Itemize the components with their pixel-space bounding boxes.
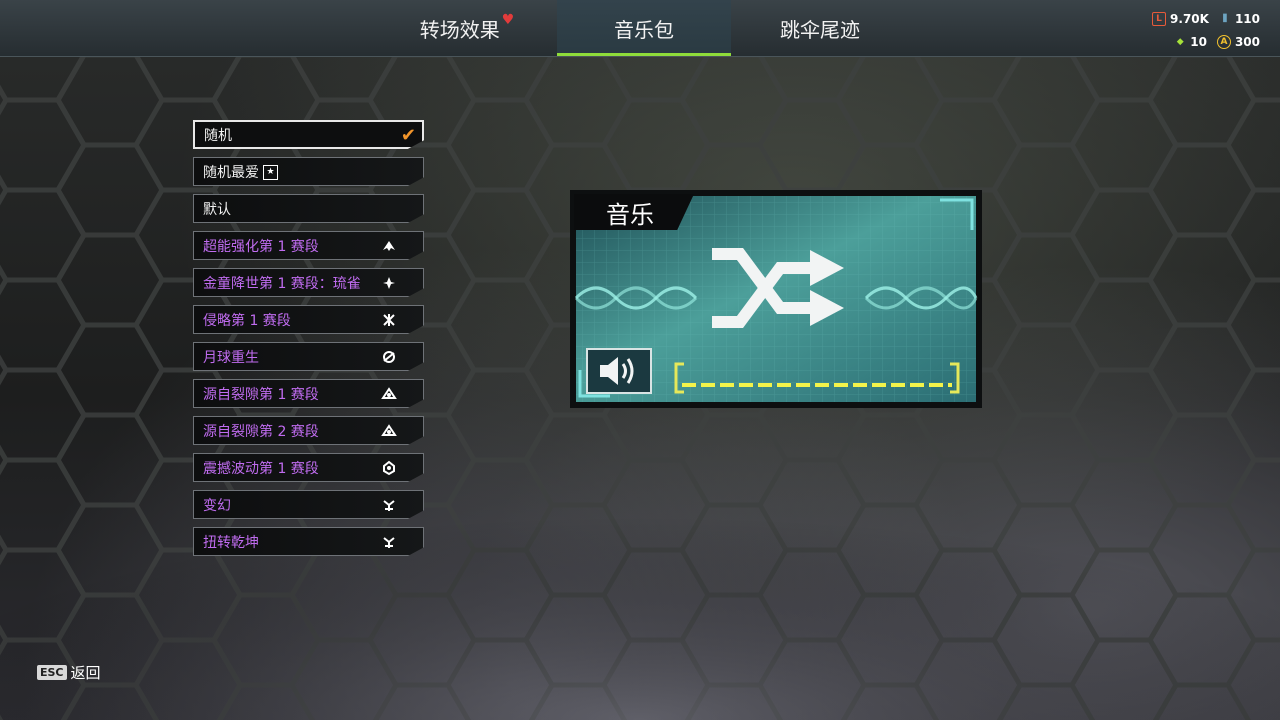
shuffle-icon <box>712 248 844 328</box>
list-item[interactable]: 源自裂隙第 1 赛段 <box>193 379 424 408</box>
event-badge-icon <box>383 351 395 363</box>
list-item-label: 随机 <box>204 127 232 144</box>
tab-transitions[interactable]: 转场效果 ♥ <box>380 0 554 56</box>
list-item-random[interactable]: 随机 ✔ <box>193 120 424 149</box>
event-badge-icon <box>383 537 395 548</box>
event-badge-icon <box>383 460 395 476</box>
checkmark-icon: ✔ <box>400 125 416 146</box>
gold-token-icon: A <box>1216 35 1231 49</box>
list-item-default[interactable]: 默认 <box>193 194 424 223</box>
event-badge-icon <box>383 314 395 326</box>
event-badge-icon <box>381 387 397 399</box>
list-item-label: 侵略第 1 赛段 <box>203 312 291 329</box>
list-item-label: 源自裂隙第 1 赛段 <box>203 386 319 403</box>
event-badge-icon <box>383 500 395 511</box>
crafting-metal-icon: ◆ <box>1176 37 1184 47</box>
favorite-star-icon: ★ <box>263 165 278 180</box>
apex-coins-value: 110 <box>1234 12 1260 26</box>
list-item[interactable]: 侵略第 1 赛段 <box>193 305 424 334</box>
crafting-metals-value: 10 <box>1190 35 1207 49</box>
gold-tokens-value: 300 <box>1234 35 1260 49</box>
list-item[interactable]: 超能强化第 1 赛段 <box>193 231 424 260</box>
event-badge-icon <box>383 241 395 251</box>
tab-skydive-trails[interactable]: 跳伞尾迹 <box>733 0 907 56</box>
event-badge-icon <box>383 277 395 289</box>
tab-label: 音乐包 <box>614 17 674 42</box>
apex-coin-icon: ⫼ <box>1222 14 1227 24</box>
list-item[interactable]: 变幻 <box>193 490 424 519</box>
tab-label: 跳伞尾迹 <box>780 17 860 42</box>
list-item[interactable]: 扭转乾坤 <box>193 527 424 556</box>
list-item-label: 源自裂隙第 2 赛段 <box>203 423 319 440</box>
list-item-label: 金童降世第 1 赛段：琉雀 <box>203 275 361 292</box>
list-item[interactable]: 月球重生 <box>193 342 424 371</box>
list-item[interactable]: 震撼波动第 1 赛段 <box>193 453 424 482</box>
event-badge-icon <box>381 424 397 436</box>
list-item-label: 变幻 <box>203 497 231 514</box>
legend-tokens-value: 9.70K <box>1170 12 1209 26</box>
back-label: 返回 <box>70 664 101 682</box>
list-item-label: 默认 <box>203 201 231 218</box>
legend-token-icon: L <box>1152 12 1167 26</box>
currency-row-bottom: ◆ 10 A 300 <box>1174 35 1260 49</box>
new-heart-icon: ♥ <box>501 12 515 28</box>
tab-music-packs[interactable]: 音乐包 <box>557 0 731 56</box>
music-pack-preview-card: 音乐 <box>570 190 982 408</box>
list-item-label: 震撼波动第 1 赛段 <box>203 460 319 477</box>
list-item[interactable]: 金童降世第 1 赛段：琉雀 <box>193 268 424 297</box>
list-item-label: 扭转乾坤 <box>203 534 259 551</box>
top-navigation-bar: 转场效果 ♥ 音乐包 跳伞尾迹 L 9.70K ⫼ 110 ◆ 10 A 300 <box>0 0 1280 57</box>
esc-key-hint: ESC <box>37 665 67 680</box>
list-item[interactable]: 源自裂隙第 2 赛段 <box>193 416 424 445</box>
back-button[interactable]: ESC 返回 <box>37 662 101 683</box>
currency-row-top: L 9.70K ⫼ 110 <box>1152 12 1260 26</box>
tab-label: 转场效果 <box>419 17 500 42</box>
list-item-label: 月球重生 <box>203 349 259 366</box>
list-item-label: 随机最爱 <box>203 164 259 181</box>
list-item-random-favorite[interactable]: 随机最爱 ★ <box>193 157 424 186</box>
volume-slider[interactable] <box>674 362 960 394</box>
preview-title: 音乐 <box>574 194 694 230</box>
speaker-icon[interactable] <box>586 348 652 394</box>
list-item-label: 超能强化第 1 赛段 <box>203 238 319 255</box>
